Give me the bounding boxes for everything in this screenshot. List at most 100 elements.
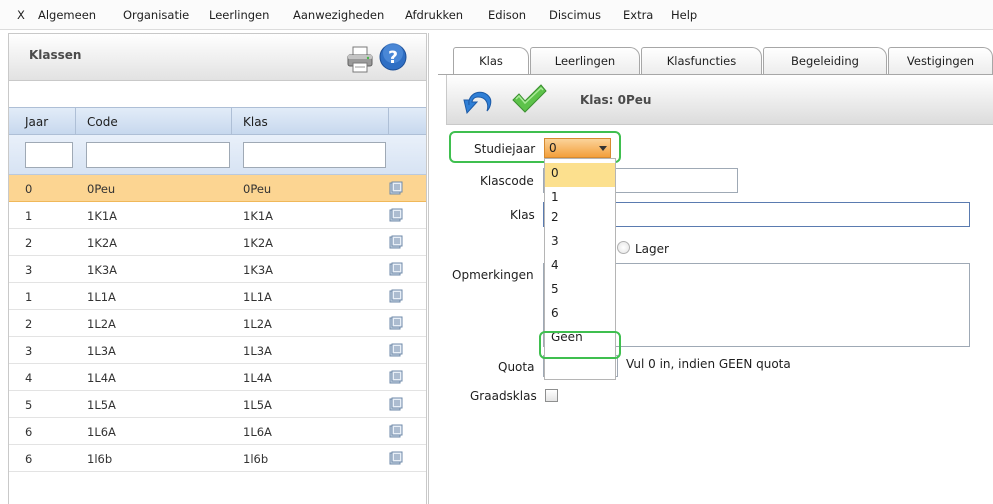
tab-label: Begeleiding xyxy=(791,54,859,68)
klas-title: Klas: 0Peu xyxy=(580,93,652,107)
cell-klas: 1L2A xyxy=(243,317,272,331)
help-icon[interactable]: ? xyxy=(379,43,407,71)
klascode-label: Klascode xyxy=(480,174,534,188)
tab-vestigingen[interactable]: Vestigingen xyxy=(888,47,993,75)
filter-jaar-input[interactable] xyxy=(25,142,73,168)
dropdown-option-3[interactable]: 3 xyxy=(545,231,615,255)
cell-code: 0Peu xyxy=(87,182,116,196)
tab-leerlingen[interactable]: Leerlingen xyxy=(530,47,640,75)
tab-bar: Klas Leerlingen Klasfuncties Begeleiding… xyxy=(433,33,993,75)
klas-toolbar: Klas: 0Peu xyxy=(446,75,993,125)
menu-item-extra[interactable]: Extra xyxy=(623,8,653,22)
menu-item-organisatie[interactable]: Organisatie xyxy=(123,8,189,22)
tab-klas[interactable]: Klas xyxy=(453,47,529,75)
menu-item-close[interactable]: X xyxy=(17,8,25,22)
panel-divider xyxy=(428,33,429,504)
column-klas[interactable]: Klas xyxy=(243,115,268,129)
option-label: 0 xyxy=(551,166,559,180)
edit-record-icon[interactable] xyxy=(389,262,403,276)
edit-record-icon[interactable] xyxy=(389,208,403,222)
edit-record-icon[interactable] xyxy=(389,235,403,249)
table-row[interactable]: 3 1L3A 1L3A xyxy=(9,337,426,364)
annotation-highlight-geen xyxy=(539,331,621,359)
quota-label: Quota xyxy=(498,360,535,374)
cell-code: 1L2A xyxy=(87,317,116,331)
cell-code: 1K1A xyxy=(87,209,118,223)
cell-klas: 1L4A xyxy=(243,371,272,385)
menu-item-discimus[interactable]: Discimus xyxy=(549,8,601,22)
option-label: 3 xyxy=(551,234,559,248)
graadsklas-checkbox[interactable] xyxy=(545,389,558,402)
cell-code: 1L3A xyxy=(87,344,116,358)
table-row[interactable]: 3 1K3A 1K3A xyxy=(9,256,426,283)
table-row[interactable]: 6 1L6A 1L6A xyxy=(9,418,426,445)
klassen-panel: Klassen ? Jaar Code Klas 0 0Peu 0Peu 1 1… xyxy=(8,33,427,504)
table-row[interactable]: 1 1L1A 1L1A xyxy=(9,283,426,310)
lager-radio[interactable] xyxy=(617,241,630,254)
tab-label: Klasfuncties xyxy=(666,54,737,68)
checkmark-icon[interactable] xyxy=(511,83,547,115)
quota-hint: Vul 0 in, indien GEEN quota xyxy=(626,357,791,371)
dropdown-option-2[interactable]: 2 xyxy=(545,207,615,231)
column-divider xyxy=(75,108,76,136)
svg-text:?: ? xyxy=(388,48,398,68)
cell-jaar: 3 xyxy=(25,263,33,277)
table-row[interactable]: 2 1L2A 1L2A xyxy=(9,310,426,337)
table-row[interactable]: 2 1K2A 1K2A xyxy=(9,229,426,256)
klas-form: Studiejaar 0 Klascode Klas Lager Opmerki… xyxy=(433,125,993,504)
dropdown-option-6[interactable]: 6 xyxy=(545,303,615,327)
option-label: 4 xyxy=(551,258,559,272)
column-code[interactable]: Code xyxy=(87,115,118,129)
table-row[interactable]: 5 1L5A 1L5A xyxy=(9,391,426,418)
cell-klas: 1L3A xyxy=(243,344,272,358)
menu-item-leerlingen[interactable]: Leerlingen xyxy=(209,8,269,22)
option-label: 2 xyxy=(551,210,559,224)
menu-item-help[interactable]: Help xyxy=(671,8,697,22)
cell-jaar: 1 xyxy=(25,209,33,223)
dropdown-option-5[interactable]: 5 xyxy=(545,279,615,303)
cell-klas: 1l6b xyxy=(243,452,269,466)
table-header: Jaar Code Klas xyxy=(9,107,426,136)
cell-jaar: 6 xyxy=(25,425,33,439)
cell-code: 1L1A xyxy=(87,290,116,304)
edit-record-icon[interactable] xyxy=(389,370,403,384)
menu-item-afdrukken[interactable]: Afdrukken xyxy=(405,8,463,22)
table-row[interactable]: 1 1K1A 1K1A xyxy=(9,202,426,229)
filter-row xyxy=(9,135,426,175)
edit-record-icon[interactable] xyxy=(389,181,403,195)
edit-record-icon[interactable] xyxy=(389,397,403,411)
cell-jaar: 5 xyxy=(25,398,33,412)
cell-klas: 1L1A xyxy=(243,290,272,304)
filter-klas-input[interactable] xyxy=(243,142,386,168)
undo-icon[interactable] xyxy=(461,83,495,117)
column-divider xyxy=(388,108,389,136)
cell-klas: 1K3A xyxy=(243,263,274,277)
menu-item-algemeen[interactable]: Algemeen xyxy=(38,8,96,22)
filter-code-input[interactable] xyxy=(86,142,230,168)
menu-bar: X Algemeen Organisatie Leerlingen Aanwez… xyxy=(0,0,993,30)
table-row[interactable]: 0 0Peu 0Peu xyxy=(9,175,426,202)
tab-begeleiding[interactable]: Begeleiding xyxy=(763,47,887,75)
edit-record-icon[interactable] xyxy=(389,316,403,330)
edit-record-icon[interactable] xyxy=(389,451,403,465)
cell-klas: 1L5A xyxy=(243,398,272,412)
edit-record-icon[interactable] xyxy=(389,343,403,357)
printer-icon[interactable] xyxy=(345,44,375,74)
edit-record-icon[interactable] xyxy=(389,424,403,438)
menu-item-edison[interactable]: Edison xyxy=(488,8,526,22)
table-row[interactable]: 6 1l6b 1l6b xyxy=(9,445,426,472)
cell-klas: 0Peu xyxy=(243,182,272,196)
cell-jaar: 3 xyxy=(25,344,33,358)
table-row[interactable]: 4 1L4A 1L4A xyxy=(9,364,426,391)
dropdown-option-4[interactable]: 4 xyxy=(545,255,615,279)
cell-jaar: 0 xyxy=(25,182,33,196)
dropdown-option-0[interactable]: 0 xyxy=(545,163,615,187)
cell-code: 1L5A xyxy=(87,398,116,412)
tab-label: Vestigingen xyxy=(906,54,975,68)
tab-klasfuncties[interactable]: Klasfuncties xyxy=(641,47,762,75)
cell-jaar: 1 xyxy=(25,290,33,304)
edit-record-icon[interactable] xyxy=(389,289,403,303)
menu-item-aanwezigheden[interactable]: Aanwezigheden xyxy=(293,8,384,22)
cell-jaar: 6 xyxy=(25,452,33,466)
column-jaar[interactable]: Jaar xyxy=(25,115,48,129)
